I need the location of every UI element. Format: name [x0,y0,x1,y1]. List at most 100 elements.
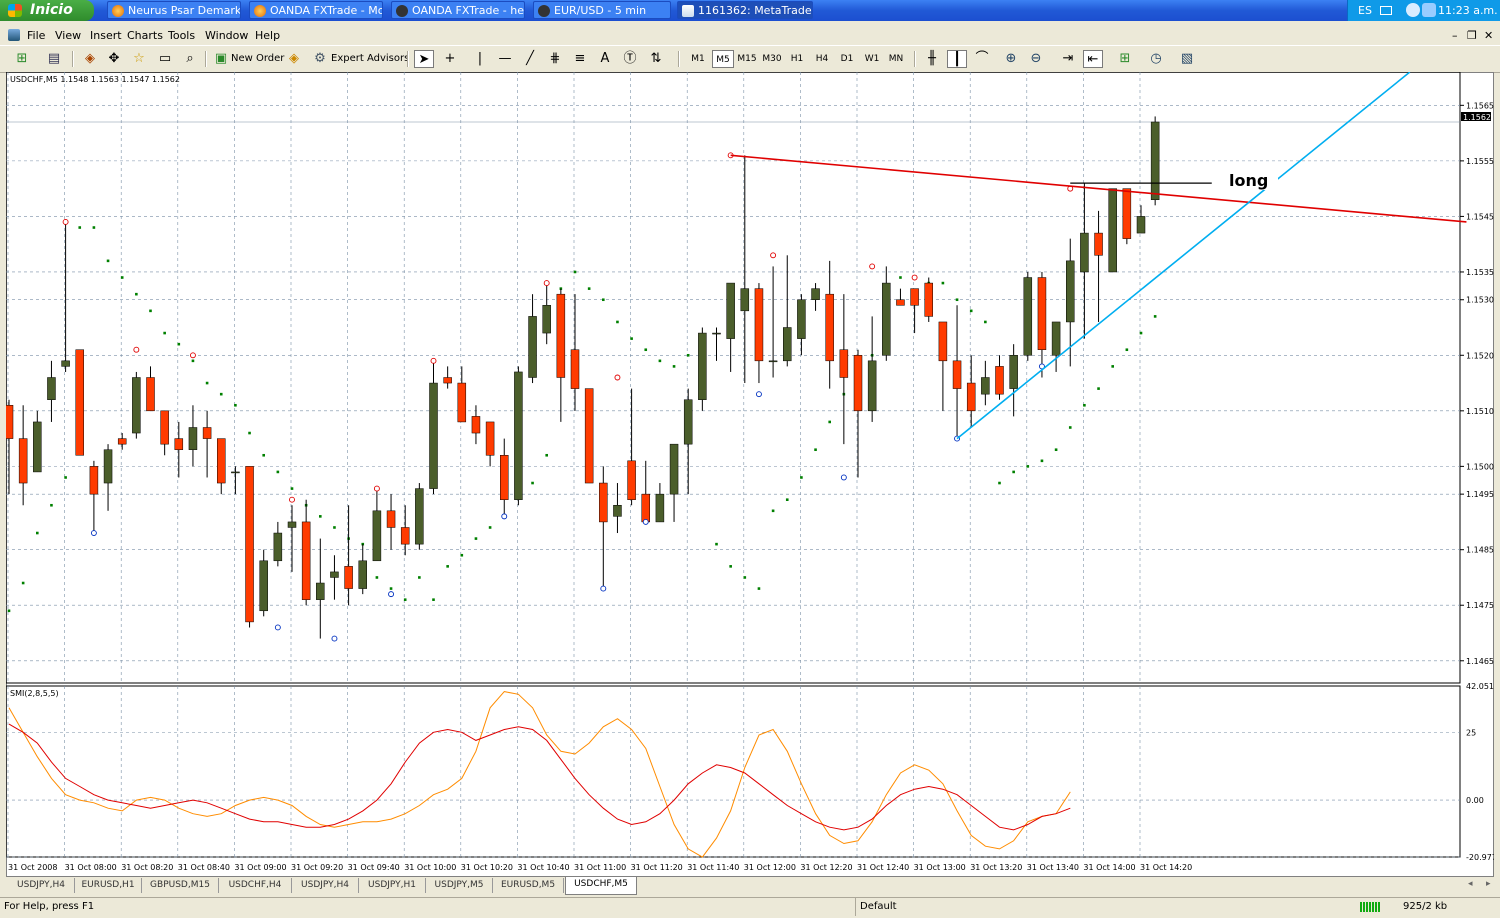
network-icon[interactable] [1406,3,1420,17]
close-icon[interactable]: ✕ [1484,27,1493,44]
data-window-icon[interactable]: ✥ [104,50,124,68]
crosshair-icon[interactable]: + [440,50,460,68]
menu-charts[interactable]: Charts [127,27,163,44]
tab-usdchf-h4[interactable]: USDCHF,H4 [219,878,292,893]
keyboard-icon[interactable] [1380,6,1392,15]
chart-shift-icon[interactable]: ⇤ [1083,50,1103,68]
restore-icon[interactable]: ❐ [1467,27,1477,44]
menu-insert[interactable]: Insert [90,27,122,44]
tab-usdchf-m5[interactable]: USDCHF,M5 [565,877,637,895]
menu-help[interactable]: Help [255,27,280,44]
timeframe-mn[interactable]: MN [885,50,907,68]
taskbar-task-eurusd[interactable]: EUR/USD - 5 min [533,1,671,19]
tab-scroll-left-icon[interactable]: ◂ [1468,879,1473,889]
terminal-icon[interactable]: ▭ [155,50,175,68]
trendline-icon[interactable]: ╱ [520,50,540,68]
text-label-icon[interactable]: Ⓣ [620,50,640,68]
taskbar-task-neurus[interactable]: Neurus Psar Demark ... [107,1,241,19]
candlestick-icon[interactable]: ┃ [947,50,967,68]
vertical-line-icon[interactable]: | [470,50,490,68]
text-tool-icon[interactable]: A [595,50,615,68]
start-button[interactable]: Inicio [0,0,94,21]
bar-chart-icon[interactable]: ╫ [922,50,942,68]
pivot-low-marker [642,518,649,525]
timeframe-m5[interactable]: M5 [712,50,734,68]
zoom-out-icon[interactable]: ⊖ [1026,50,1046,68]
new-order-icon[interactable]: ▣ [211,50,231,68]
new-chart-icon[interactable]: ⊞ [12,50,32,68]
minimize-icon[interactable]: – [1452,27,1458,44]
candle [896,288,905,306]
tab-eurusd-m5[interactable]: EURUSD,M5 [493,878,564,893]
tab-usdjpy-m5[interactable]: USDJPY,M5 [426,878,493,893]
arrows-icon[interactable]: ⇅ [646,50,666,68]
candle-body [415,488,424,545]
timeframe-h4[interactable]: H4 [811,50,833,68]
tab-usdjpy-h1[interactable]: USDJPY,H1 [359,878,426,893]
timeframe-m15[interactable]: M15 [736,50,758,68]
line-chart-icon[interactable]: ⌒ [972,50,992,68]
pivot-high-marker [430,357,437,364]
zoom-in-icon[interactable]: ⊕ [1001,50,1021,68]
tab-eurusd-h1[interactable]: EURUSD,H1 [75,878,142,893]
psar-dot [50,503,53,507]
candle-body [570,349,580,389]
usdchf-chart[interactable]: 1.1565 1.1555 1.1545 1.1535 1.1530 1.1520 1.15… [6,72,1494,877]
tab-usdjpy-h4-2[interactable]: USDJPY,H4 [292,878,359,893]
indicators-icon[interactable]: ⊞ [1115,50,1135,68]
tray-app-icon[interactable] [1422,3,1436,17]
templates-icon[interactable]: ▧ [1177,50,1197,68]
long-annotation[interactable]: long [1222,170,1278,190]
taskbar-task-oanda-1[interactable]: OANDA FXTrade - Mo... [249,1,383,19]
candle-body [768,360,778,363]
tab-usdjpy-h4[interactable]: USDJPY,H4 [8,878,75,893]
time-label: 31 Oct 13:40 [1027,863,1079,872]
navigator-icon[interactable]: ☆ [129,50,149,68]
menu-window[interactable]: Window [205,27,248,44]
tab-scroll-right-icon[interactable]: ▸ [1486,879,1491,889]
tab-gbpusd-m15[interactable]: GBPUSD,M15 [142,878,219,893]
psar-dot [418,576,421,579]
profiles-icon[interactable]: ▤ [44,50,64,68]
psar-dot [1026,465,1030,468]
candle [528,294,537,384]
expert-advisors-icon[interactable]: ⚙ [310,50,330,68]
taskbar-task-oanda-2[interactable]: OANDA FXTrade - he... [391,1,525,19]
candle [330,555,339,600]
metaeditor-icon[interactable]: ◈ [284,50,304,68]
candle [1037,271,1047,378]
taskbar-task-metatrader[interactable]: 1161362: MetaTrade... [677,1,813,19]
candle-body [924,282,933,317]
timeframe-m30[interactable]: M30 [761,50,783,68]
candle-body [839,349,849,378]
periods-icon[interactable]: ◷ [1146,50,1166,68]
pivot-high-marker [911,274,918,281]
channel-icon[interactable]: ⋕ [545,50,565,68]
svg-text:1.1562: 1.1562 [1463,113,1491,122]
candle-body [754,288,764,362]
psar-dot [1012,470,1015,474]
cursor-tool-icon[interactable]: ➤ [414,50,434,68]
menu-tools[interactable]: Tools [168,27,195,44]
timeframe-w1[interactable]: W1 [861,50,883,68]
horizontal-line-icon[interactable]: — [495,50,515,68]
market-watch-icon[interactable]: ◈ [80,50,100,68]
menu-file[interactable]: File [27,27,45,44]
new-order-button[interactable]: New Order [231,50,284,68]
strategy-tester-icon[interactable]: ⌕ [180,50,200,68]
auto-scroll-icon[interactable]: ⇥ [1058,50,1078,68]
psar-dot [389,587,393,590]
candle [457,366,467,423]
language-indicator[interactable]: ES [1358,0,1372,21]
fibonacci-icon[interactable]: ≡ [570,50,590,68]
timeframe-m1[interactable]: M1 [687,50,709,68]
menu-view[interactable]: View [55,27,81,44]
expert-advisors-button[interactable]: Expert Advisors [331,50,409,68]
candle [669,443,679,522]
candle-body [457,382,467,423]
timeframe-d1[interactable]: D1 [836,50,858,68]
timeframe-h1[interactable]: H1 [786,50,808,68]
candle-body [1122,188,1132,239]
candle-body [89,466,99,495]
candle [117,433,127,450]
